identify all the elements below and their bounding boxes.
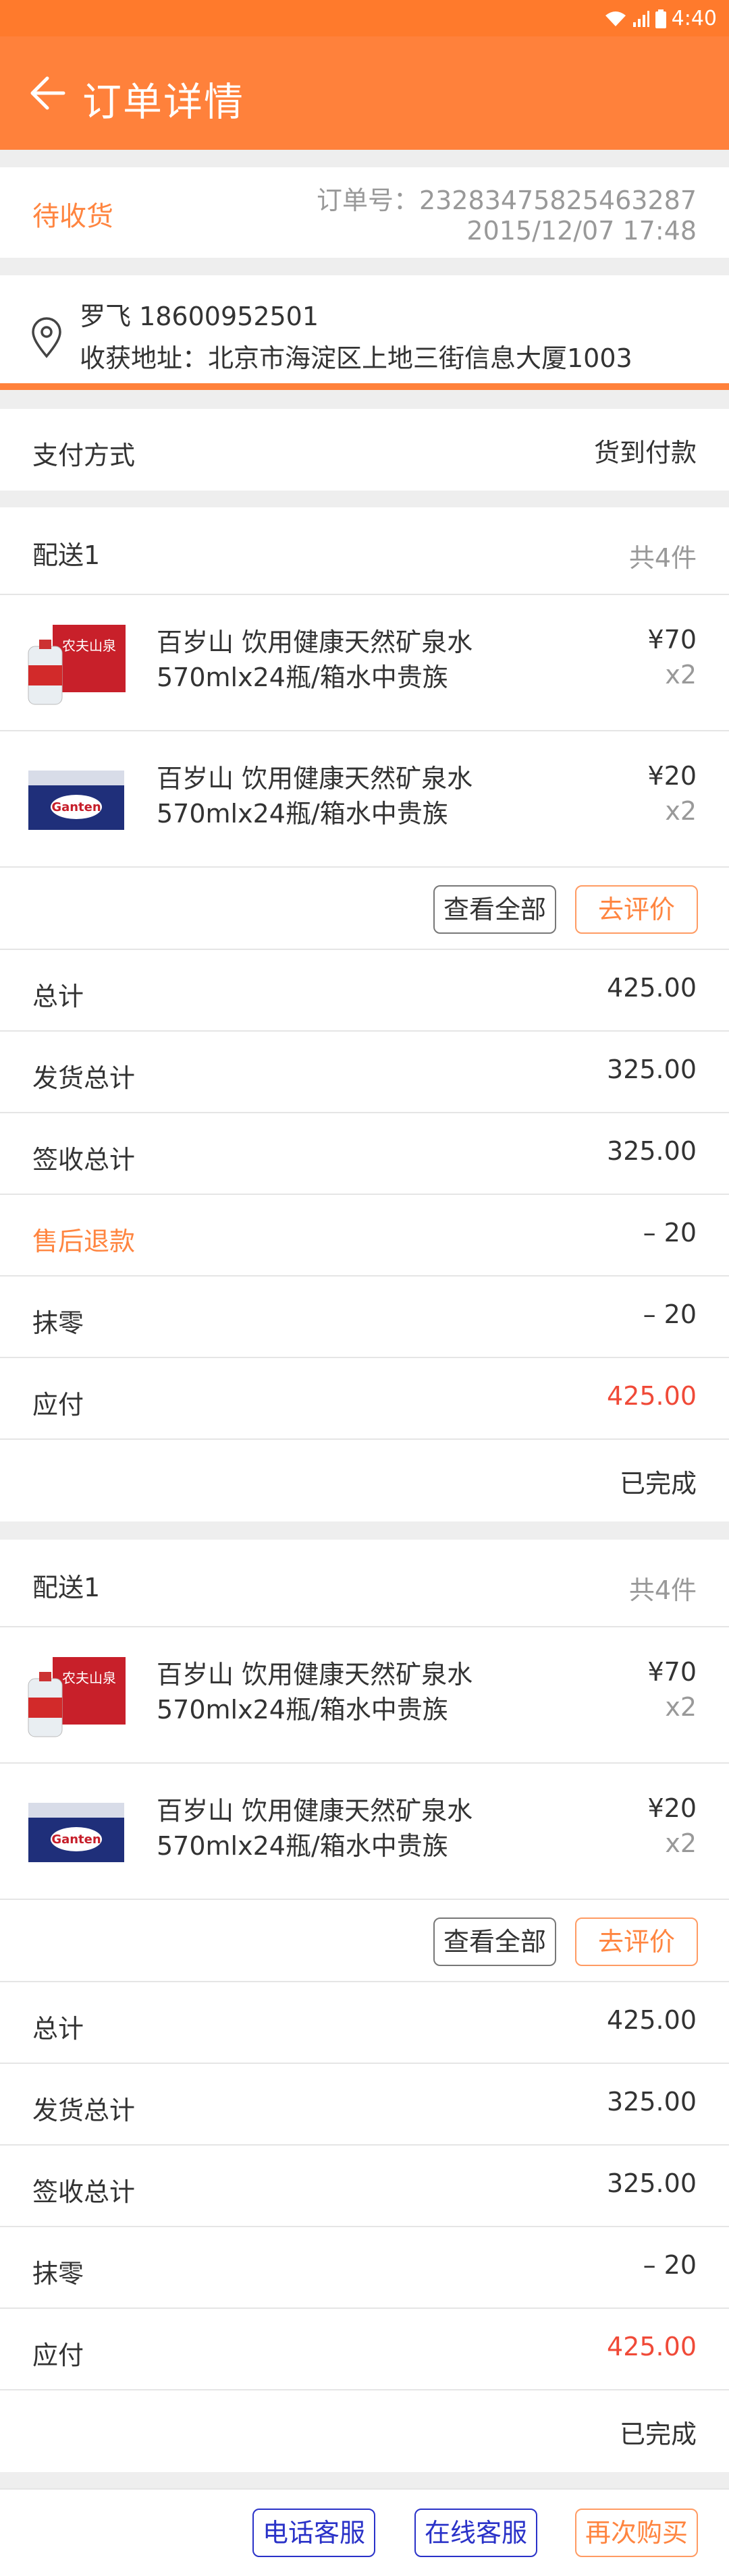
summary-row: 发货总计 325.00 — [0, 2064, 729, 2146]
svg-text:农夫山泉: 农夫山泉 — [62, 638, 116, 654]
order-number: 订单号：23283475825463287 — [316, 186, 697, 215]
goods-price: ¥70 — [647, 625, 697, 654]
order-status: 待收货 — [32, 201, 113, 232]
delivery-state-row: 已完成 — [0, 1440, 729, 1521]
goods-actions: 查看全部 去评价 — [0, 1900, 729, 1982]
goods-item[interactable]: Ganten 百岁山 饮用健康天然矿泉水 570mlx24瓶/箱水中贵族 ¥20… — [0, 1764, 729, 1900]
app-bar: 订单详情 — [0, 36, 729, 150]
order-datetime: 2015/12/07 17:48 — [466, 216, 697, 246]
product-image: 农夫山泉 — [28, 1657, 126, 1737]
address-stripe — [0, 383, 729, 390]
product-image: 农夫山泉 — [28, 625, 126, 705]
svg-text:Ganten: Ganten — [51, 800, 101, 814]
payable-row: 应付 425.00 — [0, 1358, 729, 1440]
view-all-button[interactable]: 查看全部 — [433, 885, 556, 934]
svg-text:农夫山泉: 农夫山泉 — [62, 1670, 116, 1686]
payable-label: 应付 — [32, 1390, 84, 1420]
status-bar: 4:40 — [0, 0, 729, 36]
summary-row: 发货总计 325.00 — [0, 1032, 729, 1113]
wifi-icon — [605, 11, 626, 26]
view-all-button[interactable]: 查看全部 — [433, 1917, 556, 1966]
summary-label: 发货总计 — [32, 1063, 136, 1093]
summary-label: 抹零 — [32, 2259, 84, 2289]
page-title: 订单详情 — [82, 79, 245, 125]
summary-row: 抹零 – 20 — [0, 1277, 729, 1358]
summary-row: 签收总计 325.00 — [0, 2146, 729, 2227]
goods-price: ¥20 — [647, 1793, 697, 1823]
summary-value: 325.00 — [607, 2087, 697, 2117]
delivery-count: 共4件 — [628, 543, 697, 573]
order-info: 待收货 订单号：23283475825463287 2015/12/07 17:… — [0, 167, 729, 258]
delivery-state-row: 已完成 — [0, 2390, 729, 2472]
goods-name: 百岁山 饮用健康天然矿泉水 570mlx24瓶/箱水中贵族 — [157, 627, 473, 692]
review-button[interactable]: 去评价 — [575, 1917, 698, 1966]
summary-row: 总计 425.00 — [0, 1982, 729, 2064]
product-image: Ganten — [28, 1803, 124, 1862]
online-service-button[interactable]: 在线客服 — [414, 2509, 537, 2557]
delivery-count: 共4件 — [628, 1575, 697, 1605]
goods-qty: x2 — [665, 660, 697, 690]
delivery-address[interactable]: 罗飞 18600952501 收获地址：北京市海淀区上地三街信息大厦1003 — [0, 275, 729, 390]
summary-label: 抹零 — [32, 1308, 84, 1338]
summary-value: 325.00 — [607, 1055, 697, 1084]
goods-item[interactable]: 农夫山泉 百岁山 饮用健康天然矿泉水 570mlx24瓶/箱水中贵族 ¥70 x… — [0, 1627, 729, 1764]
summary-value: 425.00 — [607, 2005, 697, 2035]
summary-value: 325.00 — [607, 1136, 697, 1166]
goods-qty: x2 — [665, 1828, 697, 1858]
receiver-info: 罗飞 18600952501 — [80, 302, 319, 331]
payment-method-row: 支付方式 货到付款 — [0, 409, 729, 491]
goods-price: ¥20 — [647, 761, 697, 791]
summary-label: 签收总计 — [32, 1145, 136, 1175]
summary-label: 发货总计 — [32, 2096, 136, 2125]
goods-name: 百岁山 饮用健康天然矿泉水 570mlx24瓶/箱水中贵族 — [157, 1660, 473, 1725]
svg-text:Ganten: Ganten — [51, 1832, 101, 1847]
summary-row: 总计 425.00 — [0, 950, 729, 1032]
signal-icon — [632, 10, 649, 27]
payable-row: 应付 425.00 — [0, 2309, 729, 2390]
summary-row: 抹零 – 20 — [0, 2227, 729, 2309]
refund-label: 售后退款 — [32, 1227, 136, 1256]
battery-icon — [655, 9, 666, 28]
summary-value: 425.00 — [607, 973, 697, 1003]
goods-item[interactable]: Ganten 百岁山 饮用健康天然矿泉水 570mlx24瓶/箱水中贵族 ¥20… — [0, 731, 729, 868]
review-button[interactable]: 去评价 — [575, 885, 698, 934]
goods-price: ¥70 — [647, 1657, 697, 1687]
phone-service-button[interactable]: 电话客服 — [252, 2509, 375, 2557]
back-arrow-icon[interactable] — [28, 72, 66, 115]
goods-item[interactable]: 农夫山泉 百岁山 饮用健康天然矿泉水 570mlx24瓶/箱水中贵族 ¥70 x… — [0, 595, 729, 731]
summary-label: 总计 — [32, 982, 84, 1011]
delivery-title: 配送1 — [32, 540, 101, 570]
refund-row[interactable]: 售后退款 – 20 — [0, 1195, 729, 1277]
bottom-action-bar: 电话客服 在线客服 再次购买 — [0, 2488, 729, 2576]
payment-value: 货到付款 — [593, 438, 697, 468]
address-text: 收获地址：北京市海淀区上地三街信息大厦1003 — [80, 343, 632, 373]
payable-label: 应付 — [32, 2341, 84, 2370]
goods-qty: x2 — [665, 796, 697, 826]
goods-name: 百岁山 饮用健康天然矿泉水 570mlx24瓶/箱水中贵族 — [157, 1796, 473, 1861]
summary-value: – 20 — [643, 2250, 697, 2280]
goods-qty: x2 — [665, 1692, 697, 1722]
delivery-state: 已完成 — [619, 2419, 697, 2449]
product-image: Ganten — [28, 771, 124, 830]
summary-label: 总计 — [32, 2014, 84, 2044]
payable-value: 425.00 — [607, 2332, 697, 2361]
goods-actions: 查看全部 去评价 — [0, 868, 729, 950]
summary-value: 325.00 — [607, 2168, 697, 2198]
delivery-header: 配送1 共4件 — [0, 1540, 729, 1627]
location-pin-icon — [32, 317, 61, 358]
delivery-header: 配送1 共4件 — [0, 507, 729, 595]
summary-row: 签收总计 325.00 — [0, 1113, 729, 1195]
rebuy-button[interactable]: 再次购买 — [575, 2509, 698, 2557]
summary-value: – 20 — [643, 1299, 697, 1329]
goods-name: 百岁山 饮用健康天然矿泉水 570mlx24瓶/箱水中贵族 — [157, 764, 473, 829]
delivery-state: 已完成 — [619, 1469, 697, 1499]
payment-label: 支付方式 — [32, 441, 136, 470]
summary-label: 签收总计 — [32, 2177, 136, 2207]
refund-value: – 20 — [643, 1218, 697, 1248]
delivery-title: 配送1 — [32, 1573, 101, 1602]
payable-value: 425.00 — [607, 1381, 697, 1411]
status-time: 4:40 — [671, 7, 717, 30]
